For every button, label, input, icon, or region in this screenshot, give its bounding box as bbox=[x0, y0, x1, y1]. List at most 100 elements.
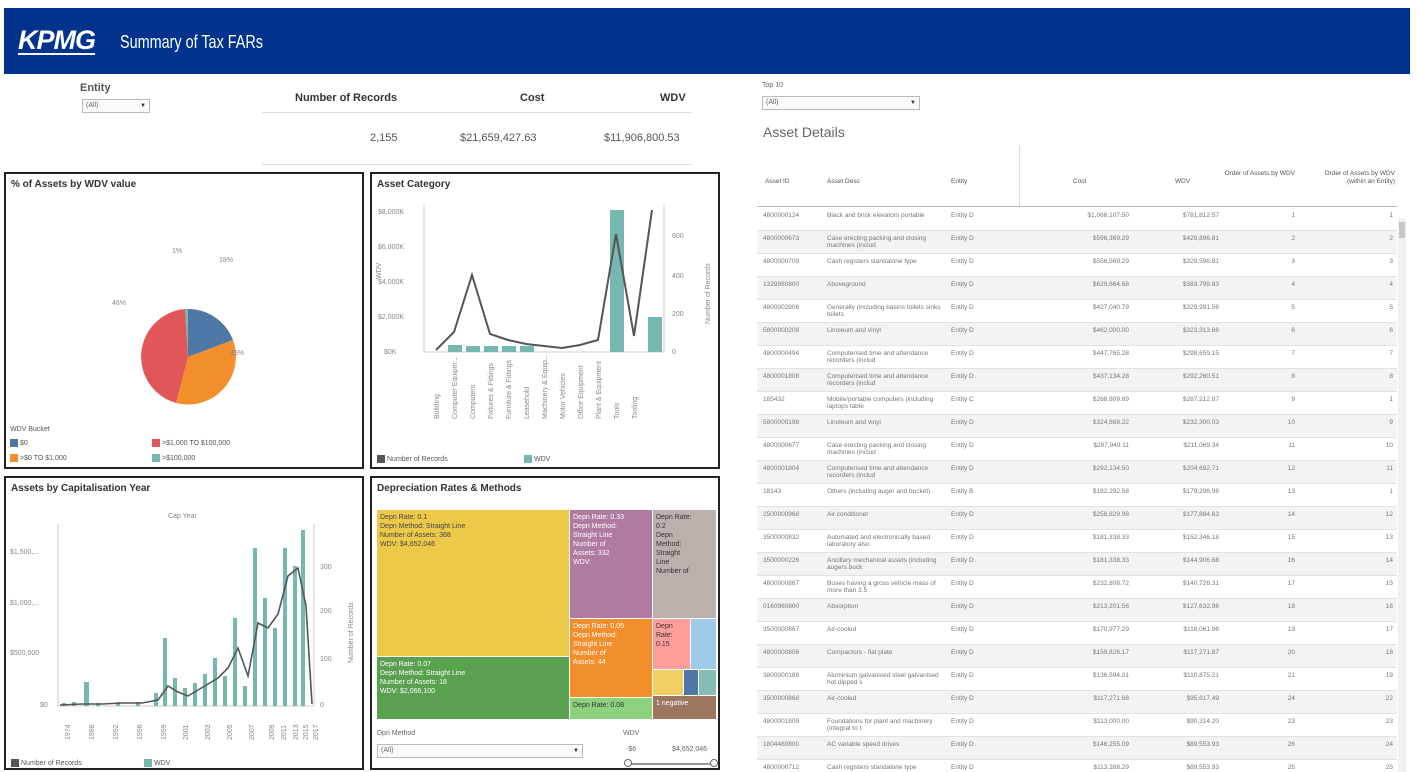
cell-wdv: $232,300.03 bbox=[1182, 419, 1219, 426]
col-header-entity[interactable]: Entity bbox=[951, 178, 967, 186]
bar-wdv[interactable] bbox=[84, 682, 89, 706]
bar-wdv-tooling[interactable] bbox=[648, 317, 662, 352]
table-row[interactable]: 18143 Others (including auger and bucket)… bbox=[757, 484, 1397, 507]
treemap-cell-small[interactable] bbox=[684, 670, 698, 695]
bar-wdv[interactable] bbox=[203, 674, 207, 706]
pie-legend-item[interactable]: >$1,000 TO $100,000 bbox=[152, 439, 230, 447]
pie-legend-item[interactable]: >$0 TO $1,000 bbox=[10, 454, 67, 462]
entity-filter-select[interactable]: (All) ▼ bbox=[82, 99, 150, 113]
table-row[interactable]: 4800000673 Case erecting packing and clos… bbox=[757, 231, 1397, 254]
col-header-asset-desc[interactable]: Asset Desc bbox=[827, 178, 860, 186]
col-header-wdv[interactable]: WDV bbox=[1175, 178, 1190, 186]
bar-wdv[interactable] bbox=[448, 345, 462, 352]
bar-wdv[interactable] bbox=[183, 688, 187, 706]
table-row[interactable]: 4800001804 Computerised time and attendan… bbox=[757, 461, 1397, 484]
dashboard-title: Summary of Tax FARs bbox=[120, 32, 263, 52]
table-row[interactable]: 4800000124 Black and brick elevators port… bbox=[757, 208, 1397, 231]
bar-wdv[interactable] bbox=[163, 638, 167, 706]
bar-wdv[interactable] bbox=[253, 548, 257, 706]
table-row[interactable]: 185432 Mobile/portable computers (includi… bbox=[757, 392, 1397, 415]
x-tick: 1992 bbox=[113, 724, 120, 740]
col-header-order-wdv-entity[interactable]: Order of Assets by WDV (within an Entity… bbox=[1309, 170, 1395, 186]
treemap-cell-rate-0-1[interactable]: Depn Rate: 0.1 Depn Method: Straight Lin… bbox=[377, 510, 569, 656]
y2-tick: 400 bbox=[672, 273, 684, 280]
table-row[interactable]: 3500000226 Ancillary mechanical assets (i… bbox=[757, 553, 1397, 576]
table-row[interactable]: 4800000806 Compactors - flat plate Entity … bbox=[757, 645, 1397, 668]
table-row[interactable]: 3800000189 Aluminium galvanised steel gal… bbox=[757, 668, 1397, 691]
treemap-cell-rate-0-05[interactable]: Depn Rate: 0.05 Depn Method: Straight Li… bbox=[570, 619, 652, 697]
bar-wdv[interactable] bbox=[263, 598, 267, 706]
cell-asset-desc: Compactors - flat plate bbox=[827, 649, 893, 656]
cell-asset-id: 4800000124 bbox=[763, 212, 800, 219]
bar-wdv[interactable] bbox=[193, 683, 197, 706]
bar-wdv[interactable] bbox=[213, 658, 217, 706]
cell-asset-desc: Aluminium galvanised steel galvanised ho… bbox=[827, 672, 939, 686]
treemap-cell-rate-0-07[interactable]: Depn Rate: 0.07 Depn Method: Straight Li… bbox=[377, 657, 569, 719]
table-row[interactable]: 1804480800 AC variable speed drives Entity… bbox=[757, 737, 1397, 760]
treemap-cell-rate-0-33[interactable]: Depn Rate: 0.33 Depn Method: Straight Li… bbox=[570, 510, 652, 618]
pie-legend-item[interactable]: >$100,000 bbox=[152, 454, 195, 462]
bar-wdv[interactable] bbox=[520, 346, 534, 352]
table-row[interactable]: 5800000198 Linoleum and vinyl Entity D $324… bbox=[757, 415, 1397, 438]
table-row[interactable]: 4800000712 Cash registers standalone type… bbox=[757, 760, 1397, 772]
table-row[interactable]: 4800001808 Computerised time and attendan… bbox=[757, 369, 1397, 392]
table-row[interactable]: 1329980800 Aboveground Entity D $629,664.68… bbox=[757, 277, 1397, 300]
treemap-cell-small[interactable] bbox=[699, 670, 716, 695]
table-row[interactable]: 3500000832 Automated and electronically b… bbox=[757, 530, 1397, 553]
legend-records[interactable]: Number of Records bbox=[377, 455, 448, 463]
cell-line: Depn Method: Straight Line bbox=[380, 523, 466, 530]
table-scrollbar[interactable] bbox=[1398, 218, 1406, 772]
bar-wdv[interactable] bbox=[502, 346, 516, 352]
dpn-method-select[interactable]: (All) ▼ bbox=[377, 744, 583, 758]
cell-cost: $113,268.29 bbox=[1093, 764, 1129, 771]
legend-wdv[interactable]: WDV bbox=[144, 759, 170, 767]
bar-wdv[interactable] bbox=[273, 628, 277, 706]
bar-wdv[interactable] bbox=[243, 686, 247, 706]
table-row[interactable]: 4800001809 Foundations for plant and mach… bbox=[757, 714, 1397, 737]
wdv-slider-handle-max[interactable] bbox=[710, 759, 718, 767]
bar-wdv[interactable] bbox=[283, 548, 287, 706]
cell-wdv: $177,884.63 bbox=[1182, 511, 1219, 518]
bar-wdv[interactable] bbox=[293, 566, 297, 706]
bar-wdv-plant-equipment[interactable] bbox=[610, 210, 624, 352]
y2-tick: 100 bbox=[320, 656, 332, 663]
treemap-cell-rate-0-2[interactable]: Depn Rate: 0.2 Depn Method: Straight Lin… bbox=[653, 510, 716, 618]
treemap-cell-small[interactable] bbox=[653, 670, 683, 695]
col-header-cost[interactable]: Cost bbox=[1073, 178, 1086, 186]
table-row[interactable]: 4800002806 Generally (including basins to… bbox=[757, 300, 1397, 323]
table-row[interactable]: 3500000867 Air-cooled Entity D $170,977.29 $… bbox=[757, 622, 1397, 645]
bar-wdv[interactable] bbox=[466, 346, 480, 352]
legend-wdv[interactable]: WDV bbox=[524, 455, 550, 463]
cell-line: WDV: $4,652,046 bbox=[380, 541, 435, 548]
bar-wdv[interactable] bbox=[301, 530, 305, 706]
table-row[interactable]: 4800000867 Buses having a gross vehicle m… bbox=[757, 576, 1397, 599]
bar-wdv[interactable] bbox=[484, 346, 498, 352]
top10-filter-select[interactable]: (All) ▼ bbox=[762, 96, 920, 110]
treemap-cell-rate-0-15[interactable]: Depn Rate: 0.15 bbox=[653, 619, 690, 669]
treemap-cell-small[interactable] bbox=[691, 619, 716, 669]
table-row[interactable]: 4800000709 Cash registers standalone type… bbox=[757, 254, 1397, 277]
pie-label-46pct: 46% bbox=[112, 300, 126, 307]
wdv-slider-handle-min[interactable] bbox=[624, 759, 632, 767]
table-row[interactable]: 0160960800 Absorption Entity D $213,201.56 $… bbox=[757, 599, 1397, 622]
bar-wdv[interactable] bbox=[233, 618, 237, 706]
wdv-slider-track[interactable] bbox=[628, 763, 714, 765]
cell-order-entity: 25 bbox=[1385, 764, 1393, 771]
treemap-cell-rate-0-08[interactable]: Depn Rate: 0.08 bbox=[570, 698, 652, 719]
legend-records[interactable]: Number of Records bbox=[11, 759, 82, 767]
x-tick-labels: Building Computer Equipm... Computers Fi… bbox=[434, 354, 639, 419]
table-scroll-thumb[interactable] bbox=[1399, 222, 1405, 238]
col-header-asset-id[interactable]: Asset ID bbox=[765, 178, 790, 186]
table-row[interactable]: 2500000968 Air conditioner Entity D $258,82… bbox=[757, 507, 1397, 530]
table-row[interactable]: 3500000868 Air-cooled Entity D $117,271.68 $… bbox=[757, 691, 1397, 714]
treemap-cell-negative[interactable]: 1 negative bbox=[653, 696, 716, 719]
table-row[interactable]: 5800000208 Linoleum and vinyl Entity D $462… bbox=[757, 323, 1397, 346]
bar-wdv[interactable] bbox=[223, 676, 227, 706]
table-row[interactable]: 4800000494 Computerised time and attendan… bbox=[757, 346, 1397, 369]
pie-legend-item[interactable]: $0 bbox=[10, 439, 28, 447]
col-header-order-wdv[interactable]: Order of Assets by WDV bbox=[1207, 170, 1295, 178]
cell-cost: $596,369.29 bbox=[1092, 235, 1129, 242]
bar-wdv[interactable] bbox=[173, 678, 177, 706]
table-row[interactable]: 4800000677 Case erecting packing and clos… bbox=[757, 438, 1397, 461]
cell-line: Depn Rate: bbox=[656, 514, 692, 521]
